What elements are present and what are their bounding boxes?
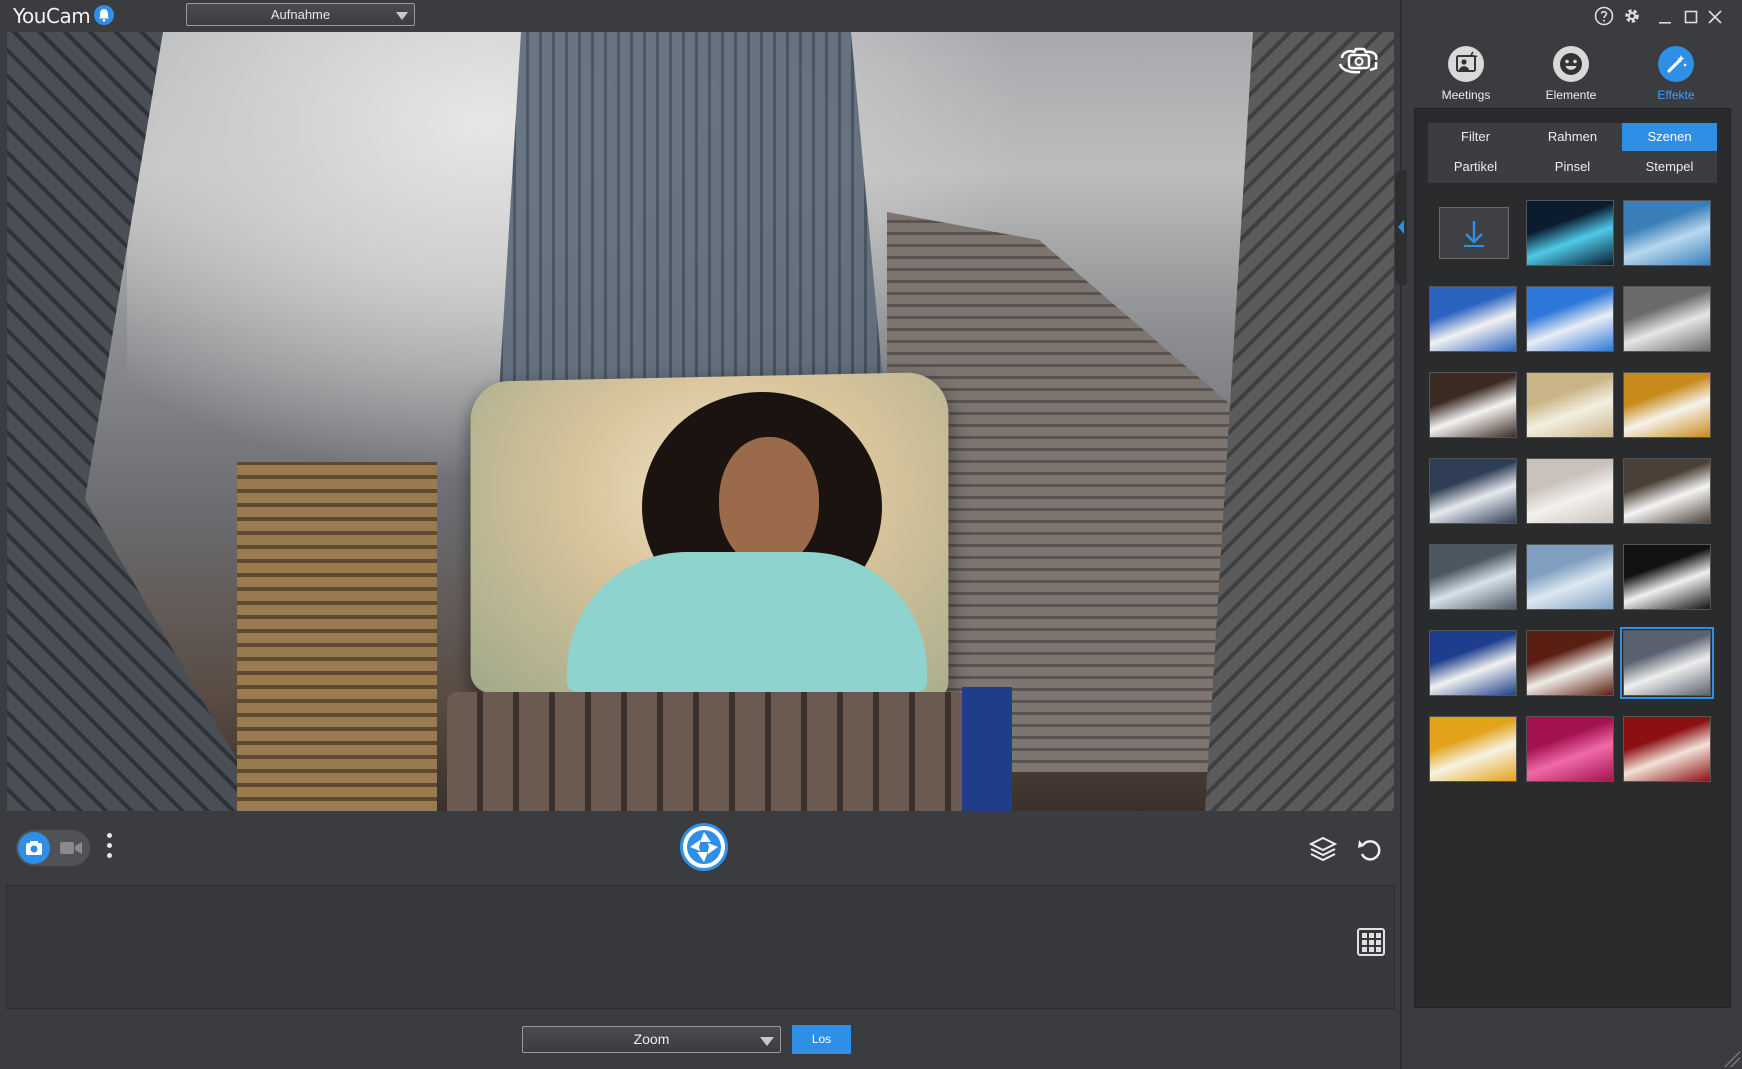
zoom-select[interactable]: Zoom	[522, 1026, 781, 1053]
scene-preview-image	[1430, 373, 1516, 437]
subtab-szenen[interactable]: Szenen	[1622, 123, 1717, 151]
scene-thumbnail-birthday-cake[interactable]	[1429, 716, 1517, 782]
scene-thumbnail-red-love[interactable]	[1623, 716, 1711, 782]
preview-building-mid	[237, 462, 437, 811]
subtab-filter[interactable]: Filter	[1428, 123, 1523, 151]
scene-preview-image	[1624, 373, 1710, 437]
camera-switch-icon[interactable]	[1336, 46, 1382, 76]
smiley-icon	[1553, 46, 1589, 82]
tab-meetings[interactable]: Meetings	[1421, 44, 1511, 102]
scene-thumbnail-gallery-frame[interactable]	[1526, 372, 1614, 438]
scene-preview-image	[1624, 631, 1710, 695]
download-more-scenes-button[interactable]	[1439, 207, 1509, 259]
chevron-down-icon	[760, 1037, 774, 1046]
capture-filmstrip	[6, 885, 1395, 1009]
subtab-rahmen[interactable]: Rahmen	[1525, 123, 1620, 151]
scene-thumbnail-theater-screen[interactable]	[1526, 630, 1614, 696]
go-button[interactable]: Los	[792, 1025, 851, 1054]
photo-video-toggle[interactable]	[16, 830, 90, 866]
resize-grip-icon[interactable]	[1722, 1049, 1740, 1067]
scene-preview-image	[1624, 459, 1710, 523]
capture-shutter-button[interactable]	[680, 823, 728, 871]
scene-preview-image	[1527, 717, 1613, 781]
scene-preview-image	[1624, 201, 1710, 265]
subtab-pinsel[interactable]: Pinsel	[1525, 153, 1620, 181]
scene-thumbnail-tablet-hands[interactable]	[1429, 372, 1517, 438]
maximize-icon[interactable]	[1684, 6, 1698, 31]
scene-preview-image	[1624, 717, 1710, 781]
preview-banner	[962, 687, 1012, 811]
camera-preview	[7, 32, 1394, 811]
scene-thumbnail-cloud-sky[interactable]	[1526, 544, 1614, 610]
scene-preview-image	[1430, 287, 1516, 351]
scene-thumbnail-spotlight-stage[interactable]	[1526, 200, 1614, 266]
scene-thumbnail-newspaper[interactable]	[1526, 458, 1614, 524]
meetings-icon	[1448, 46, 1484, 82]
window-controls	[1594, 6, 1734, 26]
photo-mode-icon[interactable]	[18, 832, 50, 864]
undo-icon[interactable]	[1356, 836, 1382, 867]
scene-thumbnail-window-cleaners[interactable]	[1429, 544, 1517, 610]
chevron-down-icon	[396, 12, 408, 20]
subtab-stempel[interactable]: Stempel	[1622, 153, 1717, 181]
panel-tool-tabs: Meetings Elemente Effekte	[1400, 40, 1742, 110]
scene-thumbnail-gate-screen[interactable]	[1623, 286, 1711, 352]
scene-thumbnail-times-square[interactable]	[1620, 627, 1714, 699]
top-bar: YouCam Aufnahme	[0, 0, 1400, 32]
scene-thumbnail-blue-frame[interactable]	[1623, 200, 1711, 266]
mode-select-value: Aufnahme	[270, 7, 331, 22]
close-icon[interactable]	[1708, 6, 1722, 31]
tab-meetings-label: Meetings	[1441, 88, 1491, 102]
tab-effekte-label: Effekte	[1657, 88, 1695, 102]
scene-preview-image	[1527, 631, 1613, 695]
notification-bell-icon[interactable]	[94, 5, 114, 25]
scene-preview-image	[1624, 545, 1710, 609]
scene-preview-image	[1527, 201, 1613, 265]
scene-thumbnail-hot-air-balloon[interactable]	[1526, 286, 1614, 352]
scene-preview-image	[1527, 459, 1613, 523]
magic-wand-icon	[1658, 46, 1694, 82]
settings-gear-icon[interactable]	[1622, 6, 1642, 31]
effects-subtabs: Filter Rahmen Szenen Partikel Pinsel Ste…	[1428, 123, 1717, 183]
scene-preview-image	[1430, 717, 1516, 781]
panel-collapse-handle[interactable]	[1395, 170, 1407, 285]
scene-preview-image	[1624, 287, 1710, 351]
scene-preview-image	[1527, 287, 1613, 351]
scene-thumbnail-stadium-screens[interactable]	[1623, 544, 1711, 610]
scene-thumbnail-autumn-easel[interactable]	[1623, 372, 1711, 438]
tab-effekte[interactable]: Effekte	[1631, 44, 1721, 102]
preview-person-face	[719, 437, 819, 567]
scene-thumbnail-street-billboard[interactable]	[1429, 630, 1517, 696]
tab-elemente[interactable]: Elemente	[1526, 44, 1616, 102]
scene-thumbnail-city-billboard[interactable]	[1623, 458, 1711, 524]
youcam-app: YouCam Aufnahme Zoom Los Meetings Elemen…	[0, 0, 1742, 1069]
preview-building-base	[447, 692, 967, 811]
tab-elemente-label: Elemente	[1545, 88, 1597, 102]
collapse-arrow-icon	[1398, 220, 1404, 234]
app-title: YouCam	[13, 4, 91, 28]
subtab-partikel[interactable]: Partikel	[1428, 153, 1523, 181]
scene-thumbnail-train-station[interactable]	[1429, 458, 1517, 524]
zoom-select-value: Zoom	[633, 1031, 670, 1047]
layers-icon[interactable]	[1308, 836, 1338, 867]
scene-preview-image	[1527, 373, 1613, 437]
mode-select[interactable]: Aufnahme	[186, 3, 415, 26]
grid-view-icon[interactable]	[1357, 928, 1385, 956]
scene-thumbnail-pink-party[interactable]	[1526, 716, 1614, 782]
scene-preview-image	[1430, 545, 1516, 609]
help-icon[interactable]	[1594, 6, 1614, 31]
scene-preview-image	[1527, 545, 1613, 609]
scene-thumbnail-balloon-sign[interactable]	[1429, 286, 1517, 352]
preview-person-body	[567, 552, 927, 692]
more-options-icon[interactable]	[107, 833, 113, 865]
video-mode-icon[interactable]	[60, 840, 82, 861]
scene-preview-image	[1430, 459, 1516, 523]
download-icon	[1464, 221, 1484, 247]
scene-preview-image	[1430, 631, 1516, 695]
minimize-icon[interactable]	[1658, 6, 1672, 31]
